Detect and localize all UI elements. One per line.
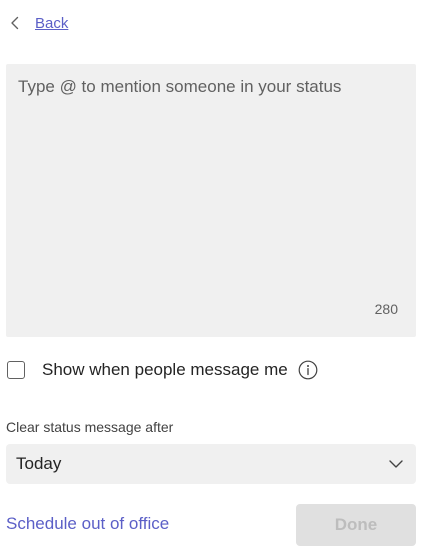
- show-when-messaged-label: Show when people message me: [42, 360, 288, 379]
- schedule-out-of-office-link[interactable]: Schedule out of office: [6, 514, 169, 534]
- status-message-input[interactable]: [6, 64, 416, 337]
- clear-status-selected-value: Today: [16, 454, 62, 473]
- character-count: 280: [374, 301, 398, 317]
- set-status-message-panel: Back 280 Show when people message me Cle…: [0, 0, 425, 552]
- show-when-messaged-option: Show when people message me: [7, 358, 318, 382]
- back-label: Back: [35, 14, 69, 32]
- status-message-box: 280: [6, 64, 416, 337]
- show-when-messaged-checkbox[interactable]: [7, 361, 25, 379]
- chevron-left-icon: [8, 16, 22, 30]
- clear-status-label: Clear status message after: [6, 419, 174, 435]
- info-icon[interactable]: [298, 360, 318, 380]
- done-button[interactable]: Done: [296, 504, 416, 546]
- chevron-down-icon: [388, 456, 404, 472]
- back-link[interactable]: Back: [8, 12, 68, 34]
- clear-status-dropdown[interactable]: Today: [6, 444, 416, 484]
